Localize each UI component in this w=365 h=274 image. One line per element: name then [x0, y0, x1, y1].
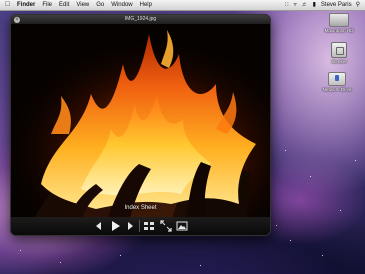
- control-separator: [139, 220, 140, 232]
- play-icon[interactable]: [109, 220, 121, 232]
- desktop-icon-macintosh-hd[interactable]: Macintosh HD: [317, 13, 361, 33]
- menu-window[interactable]: Window: [111, 0, 132, 10]
- menu-app-name[interactable]: Finder: [17, 0, 35, 10]
- menu-file[interactable]: File: [42, 0, 52, 10]
- menu-edit[interactable]: Edit: [59, 0, 69, 10]
- wifi-icon[interactable]: ▿: [294, 0, 297, 10]
- bluetooth-icon[interactable]: ∷: [285, 0, 289, 10]
- battery-icon[interactable]: ▮: [313, 0, 316, 10]
- quick-look-window[interactable]: × IMG_1924.jpg Index Sheet: [10, 14, 271, 236]
- spotlight-icon[interactable]: ⚲: [356, 0, 360, 10]
- add-to-iphoto-icon[interactable]: [176, 220, 188, 232]
- close-icon[interactable]: ×: [14, 16, 20, 23]
- menu-bar:  Finder File Edit View Go Window Help ∷…: [0, 0, 365, 11]
- preview-image: [11, 24, 270, 223]
- desktop-icon-steeker[interactable]: Steeker: [317, 42, 361, 64]
- quick-look-controls: [11, 217, 270, 235]
- desktop-icon-label: Network Drive: [322, 87, 352, 92]
- index-sheet-label: Index Sheet: [124, 205, 157, 211]
- campfire-photo: [11, 24, 270, 223]
- window-titlebar[interactable]: × IMG_1924.jpg: [11, 15, 270, 24]
- desktop-icon-network-drive[interactable]: Network Drive: [315, 72, 359, 92]
- network-drive-icon: [328, 72, 346, 86]
- next-icon[interactable]: [125, 220, 135, 232]
- apple-menu-icon[interactable]: : [5, 0, 13, 10]
- desktop-icon-label: Macintosh HD: [324, 28, 354, 33]
- menu-help[interactable]: Help: [140, 0, 152, 10]
- menu-go[interactable]: Go: [96, 0, 104, 10]
- usb-drive-icon: [331, 42, 347, 58]
- fullscreen-icon[interactable]: [160, 220, 172, 232]
- desktop-icon-label: Steeker: [331, 59, 347, 64]
- window-title: IMG_1924.jpg: [124, 16, 157, 22]
- menu-view[interactable]: View: [76, 0, 89, 10]
- volume-icon[interactable]: ♬: [302, 0, 308, 10]
- previous-icon[interactable]: [94, 220, 104, 232]
- hard-drive-icon: [329, 13, 349, 27]
- user-name[interactable]: Steve Paris: [321, 2, 352, 8]
- index-sheet-icon[interactable]: [143, 220, 155, 232]
